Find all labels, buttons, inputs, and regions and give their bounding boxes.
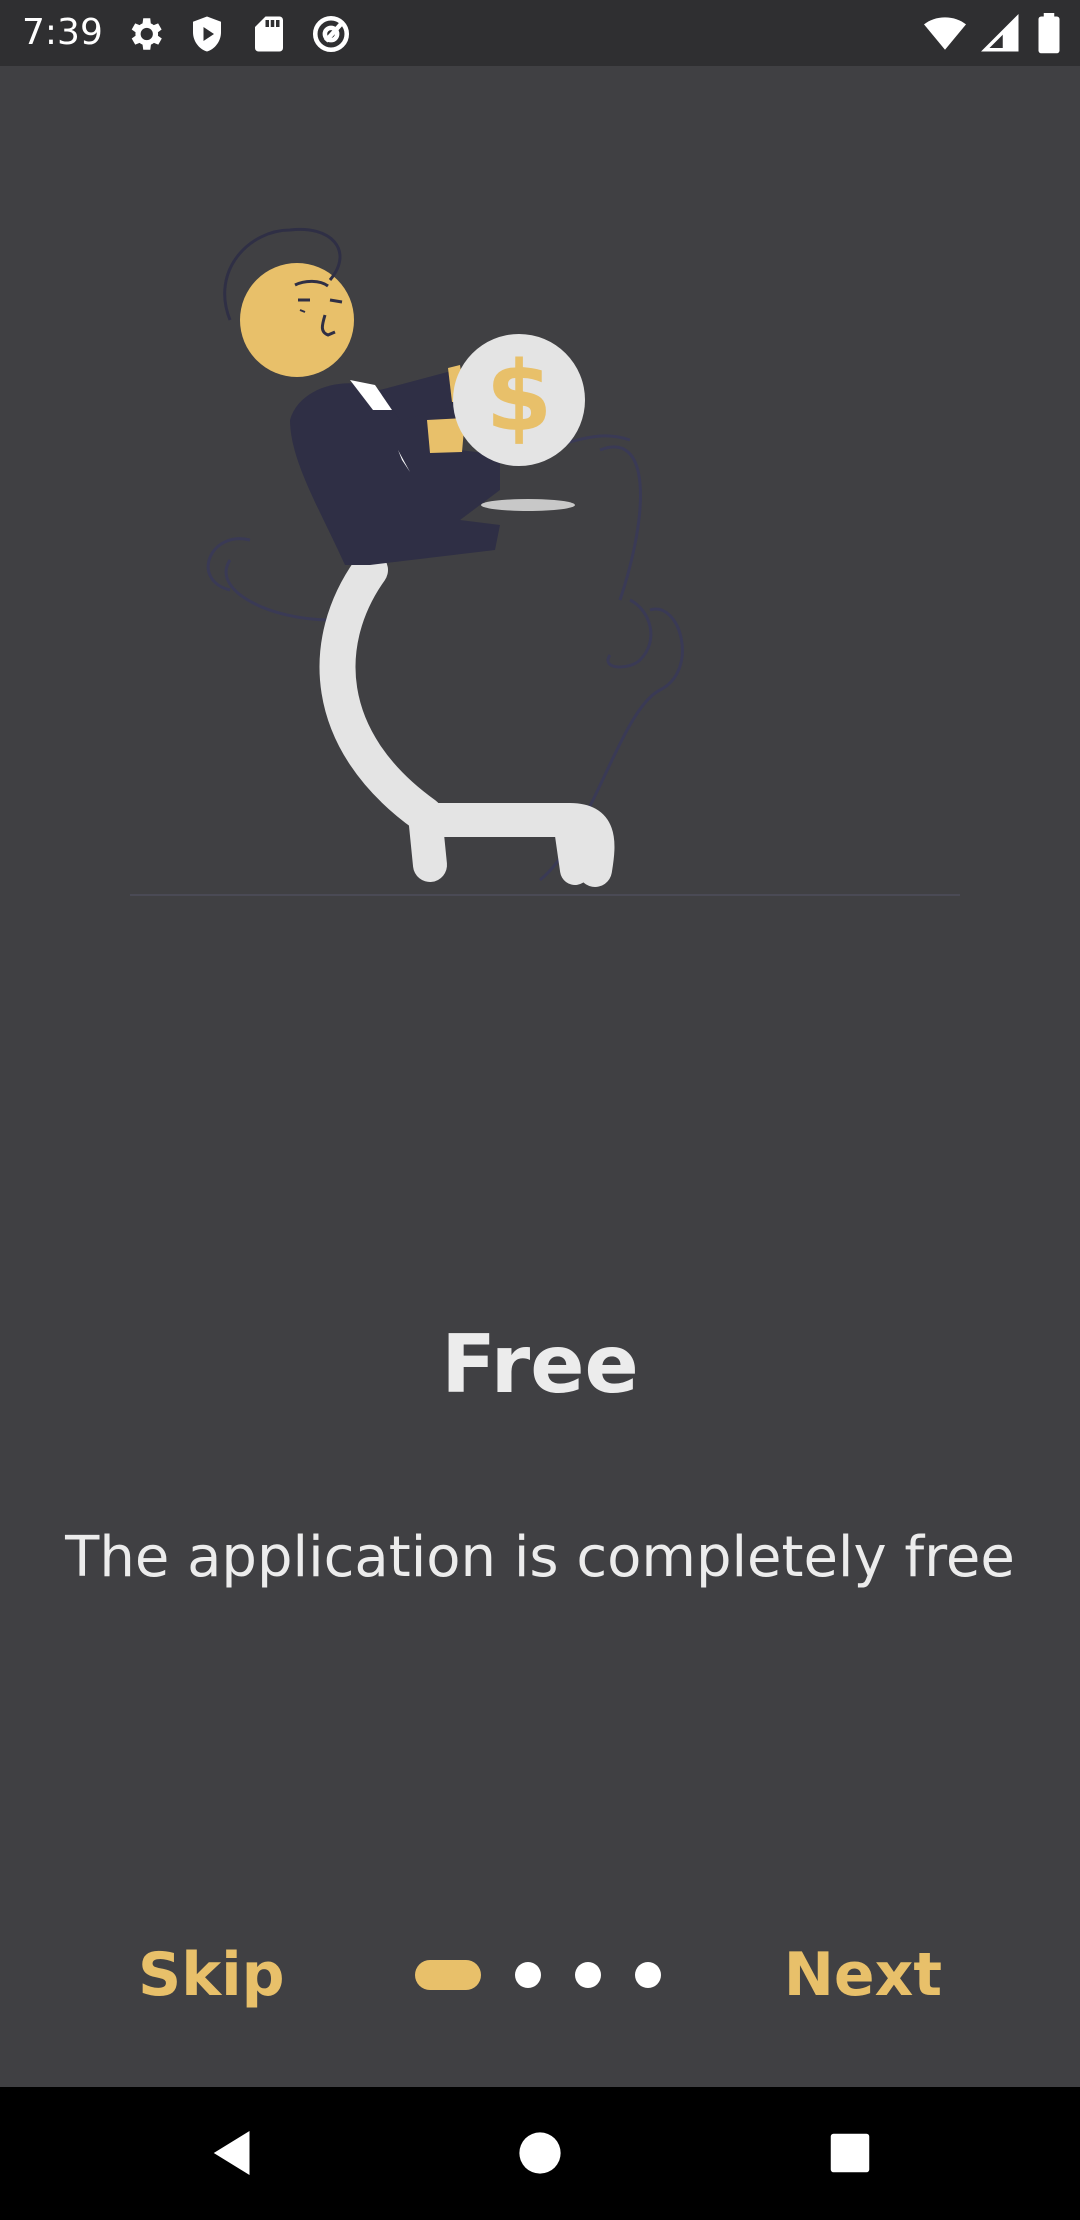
next-button[interactable]: Next bbox=[776, 1930, 950, 2020]
status-bar: 7:39 bbox=[0, 0, 1080, 66]
svg-text:$: $ bbox=[486, 341, 553, 453]
shield-play-icon bbox=[186, 13, 228, 55]
onboarding-description: The application is completely free bbox=[65, 1525, 1015, 1590]
wifi-icon bbox=[924, 13, 966, 55]
page-dot bbox=[515, 1962, 541, 1988]
page-dot bbox=[635, 1962, 661, 1988]
at-sign-icon bbox=[310, 13, 352, 55]
onboarding-controls: Skip Next bbox=[0, 1930, 1080, 2020]
page-dot bbox=[575, 1962, 601, 1988]
skip-button[interactable]: Skip bbox=[130, 1930, 293, 2020]
back-icon[interactable] bbox=[200, 2120, 266, 2186]
settings-icon bbox=[124, 13, 166, 55]
recents-icon[interactable] bbox=[817, 2120, 883, 2186]
battery-icon bbox=[1036, 13, 1062, 55]
sd-card-icon bbox=[248, 13, 290, 55]
home-icon[interactable] bbox=[507, 2120, 573, 2186]
navigation-bar bbox=[0, 2087, 1080, 2220]
onboarding-title: Free bbox=[441, 1318, 639, 1411]
onboarding-screen: 7:39 $ Free The application is completel… bbox=[0, 0, 1080, 2220]
status-time: 7:39 bbox=[22, 12, 103, 53]
page-indicator bbox=[415, 1960, 675, 1990]
onboarding-illustration: $ bbox=[130, 227, 960, 896]
signal-icon bbox=[980, 13, 1022, 55]
page-dot-active bbox=[415, 1960, 481, 1990]
